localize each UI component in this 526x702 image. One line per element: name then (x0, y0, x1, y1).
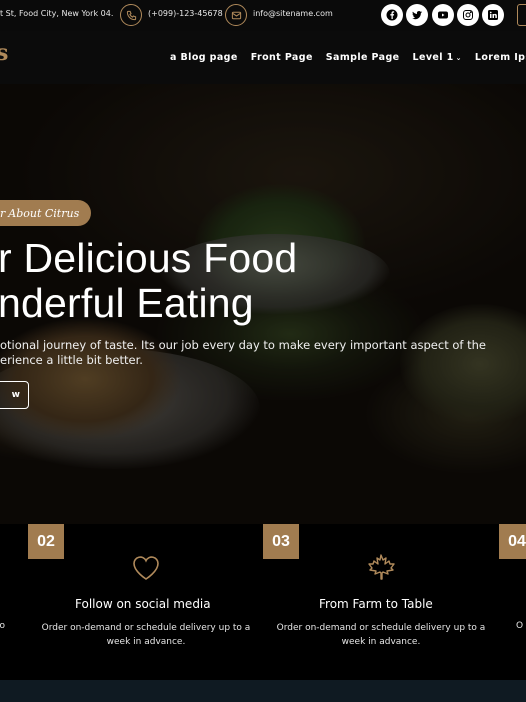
facebook-icon[interactable] (381, 4, 403, 26)
feature-title: Follow on social media (75, 597, 211, 611)
nav-item-level-1-label: Level 1 (412, 52, 454, 63)
email-link[interactable]: info@sitename.com (253, 9, 333, 18)
nav-item-front-page[interactable]: Front Page (251, 52, 313, 63)
nav-item-blog[interactable]: a Blog page (170, 52, 238, 63)
hero-cta-button[interactable]: w (0, 381, 29, 409)
feature-number-03: 03 (263, 524, 299, 559)
hero-subtext-line1: otional journey of taste. Its our job ev… (0, 338, 486, 352)
feature-description: Order on-demand or schedule delivery up … (276, 623, 486, 647)
phone-link[interactable]: (+099)-123-45678 (148, 9, 223, 18)
about-badge: r About Citrus (0, 200, 92, 226)
nav-item-level-1[interactable]: Level 1 ⌄ (413, 52, 462, 63)
feature-number-04: 04 (499, 524, 526, 559)
heart-icon (133, 556, 159, 580)
menu-toggle-button[interactable] (517, 4, 526, 26)
twitter-icon[interactable] (406, 4, 428, 26)
nav-item-sample-page[interactable]: Sample Page (326, 52, 400, 63)
linkedin-icon[interactable] (482, 4, 504, 26)
hero-headline: r Delicious Food nderful Eating (0, 236, 297, 326)
site-logo[interactable]: s (0, 40, 8, 66)
feature-description-partial: to (0, 621, 6, 631)
hero-subtext: otional journey of taste. Its our job ev… (0, 338, 486, 368)
nav-item-lorem-ipsum[interactable]: Lorem Ipsum (475, 52, 526, 63)
instagram-icon[interactable] (457, 4, 479, 26)
about-badge-prefix: r (0, 206, 6, 220)
address-text: t St, Food City, New York 04. (0, 9, 114, 18)
footer-band (0, 680, 526, 702)
feature-title: From Farm to Table (319, 597, 433, 611)
mail-icon (225, 4, 247, 26)
chevron-down-icon: ⌄ (455, 54, 462, 62)
feature-number-02: 02 (28, 524, 64, 559)
hero-subtext-line2: erience a little bit better. (0, 353, 143, 367)
hero-headline-line1: r Delicious Food (0, 235, 298, 281)
nav-menu: a Blog page Front Page Sample Page Level… (170, 52, 526, 63)
youtube-icon[interactable] (432, 4, 454, 26)
maple-leaf-icon (368, 554, 395, 580)
hero-headline-line2: nderful Eating (0, 280, 254, 326)
feature-description: Order on-demand or schedule delivery up … (41, 623, 251, 647)
phone-icon (120, 4, 142, 26)
about-badge-label: About Citrus (8, 206, 80, 220)
top-bar: t St, Food City, New York 04. (+099)-123… (0, 0, 526, 31)
feature-description-partial: O (516, 621, 524, 631)
features-section: 02 03 04 Follow on social media From Far… (0, 524, 526, 680)
